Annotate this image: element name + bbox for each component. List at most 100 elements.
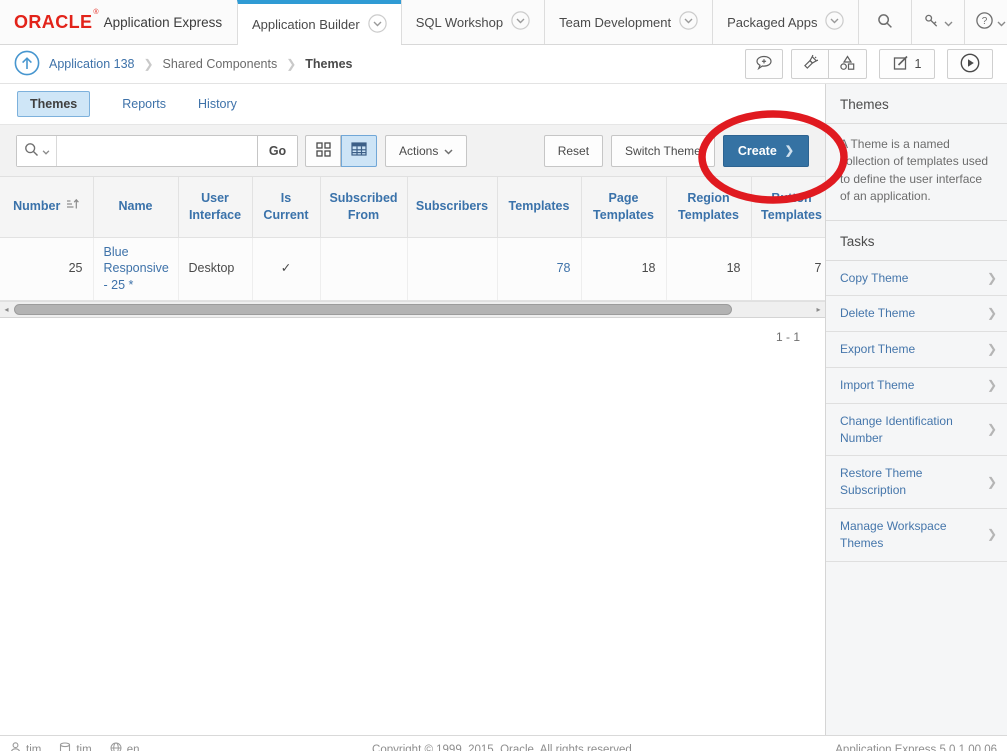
tab-themes[interactable]: Themes: [17, 91, 90, 117]
cell-templates: 78: [497, 237, 581, 300]
admin-tools-icon: [924, 13, 940, 32]
column-header-templates[interactable]: Templates: [497, 177, 581, 237]
horizontal-scrollbar[interactable]: ◂ ▸: [0, 301, 825, 318]
sidebar-about-text: A Theme is a named collection of templat…: [826, 124, 1007, 221]
sidebar-about-title: Themes: [826, 84, 1007, 124]
admin-tools-button[interactable]: [911, 0, 964, 44]
chevron-down-circle-icon[interactable]: [511, 11, 530, 33]
reset-button[interactable]: Reset: [544, 135, 603, 167]
breadcrumb-current-page: Themes: [305, 57, 352, 71]
table-header-row: Number Name User Interface Is Current Su…: [0, 177, 825, 237]
task-delete-theme[interactable]: Delete Theme❯: [826, 296, 1007, 332]
feedback-button[interactable]: [745, 49, 783, 79]
header-icon-group: ?: [858, 0, 1007, 44]
search-icon: [877, 13, 893, 32]
cell-subscribers: [407, 237, 497, 300]
page-subtabs: Themes Reports History: [0, 84, 825, 125]
nav-tab-application-builder[interactable]: Application Builder: [237, 0, 401, 45]
task-restore-theme-subscription[interactable]: Restore Theme Subscription❯: [826, 456, 1007, 509]
cell-subscribed-from: [320, 237, 407, 300]
tasks-list: Copy Theme❯ Delete Theme❯ Export Theme❯ …: [826, 261, 1007, 562]
cell-is-current: ✓: [252, 237, 320, 300]
scrollbar-thumb[interactable]: [14, 304, 732, 315]
breadcrumb-application-link[interactable]: Application 138: [49, 57, 134, 71]
nav-tab-label: SQL Workshop: [416, 15, 503, 30]
search-column-selector[interactable]: [17, 136, 57, 166]
sort-ascending-icon: [66, 198, 79, 215]
task-manage-workspace-themes[interactable]: Manage Workspace Themes❯: [826, 509, 1007, 562]
column-header-number[interactable]: Number: [0, 177, 93, 237]
nav-tab-packaged-apps[interactable]: Packaged Apps: [712, 0, 858, 44]
report-grid-viewport: Number Name User Interface Is Current Su…: [0, 177, 825, 344]
column-header-is-current[interactable]: Is Current: [252, 177, 320, 237]
chevron-down-icon: [42, 143, 50, 158]
column-header-page-templates[interactable]: Page Templates: [581, 177, 666, 237]
breadcrumb-bar: Application 138 ❯ Shared Components ❯ Th…: [0, 45, 1007, 84]
feedback-icon: [755, 55, 773, 74]
search-bar: Go: [16, 135, 298, 167]
column-header-region-templates[interactable]: Region Templates: [666, 177, 751, 237]
chevron-right-icon: ❯: [987, 526, 997, 543]
breadcrumb-shared-components-link[interactable]: Shared Components: [163, 57, 278, 71]
theme-roller-button[interactable]: [791, 49, 829, 79]
chevron-right-icon: ❯: [987, 377, 997, 394]
actions-menu-button[interactable]: Actions: [385, 135, 467, 167]
task-copy-theme[interactable]: Copy Theme❯: [826, 261, 1007, 297]
footer-version: Application Express 5.0.1.00.06: [835, 744, 997, 751]
chevron-down-icon: [944, 15, 953, 30]
svg-text:?: ?: [982, 16, 988, 27]
nav-tab-sql-workshop[interactable]: SQL Workshop: [401, 0, 544, 44]
tab-reports[interactable]: Reports: [122, 97, 166, 111]
search-button[interactable]: [858, 0, 911, 44]
chevron-down-icon: [444, 144, 453, 158]
column-header-user-interface[interactable]: User Interface: [178, 177, 252, 237]
task-export-theme[interactable]: Export Theme❯: [826, 332, 1007, 368]
create-button[interactable]: Create ❯: [723, 135, 809, 167]
run-application-button[interactable]: [947, 49, 993, 79]
nav-tab-team-development[interactable]: Team Development: [544, 0, 712, 44]
actions-label: Actions: [399, 144, 438, 158]
chevron-down-circle-icon[interactable]: [679, 11, 698, 33]
cell-page-templates: 18: [581, 237, 666, 300]
column-header-name[interactable]: Name: [93, 177, 178, 237]
help-icon: ?: [976, 12, 993, 32]
help-button[interactable]: ?: [964, 0, 1007, 44]
grid-view-icon: [316, 142, 331, 160]
chevron-right-icon: ❯: [987, 474, 997, 491]
grid-view-button[interactable]: [305, 135, 341, 167]
chevron-right-icon: ❯: [987, 341, 997, 358]
chevron-right-icon: ❯: [987, 270, 997, 287]
report-view-button[interactable]: [341, 135, 377, 167]
scroll-left-arrow[interactable]: ◂: [0, 302, 13, 317]
task-change-identification-number[interactable]: Change Identification Number❯: [826, 404, 1007, 457]
edit-icon: [893, 55, 909, 74]
edit-page-button[interactable]: 1: [879, 49, 935, 79]
themes-report-table: Number Name User Interface Is Current Su…: [0, 177, 825, 301]
chevron-down-circle-icon[interactable]: [368, 14, 387, 36]
up-level-icon[interactable]: [14, 50, 40, 79]
switch-theme-button[interactable]: Switch Theme: [611, 135, 715, 167]
shared-components-button[interactable]: [829, 49, 867, 79]
chevron-down-icon: [997, 15, 1006, 30]
go-button[interactable]: Go: [257, 136, 297, 166]
scroll-right-arrow[interactable]: ▸: [812, 302, 825, 317]
main-navigation: Application Builder SQL Workshop Team De…: [237, 0, 1007, 44]
column-header-button-templates[interactable]: Button Templates: [751, 177, 825, 237]
breadcrumb: Application 138 ❯ Shared Components ❯ Th…: [14, 50, 353, 79]
theme-name-link[interactable]: Blue Responsive - 25 *: [104, 245, 169, 292]
column-header-subscribed-from[interactable]: Subscribed From: [320, 177, 407, 237]
cell-button-templates: 7: [751, 237, 825, 300]
templates-count-link[interactable]: 78: [557, 261, 571, 275]
search-input[interactable]: [57, 136, 257, 166]
top-header: ORACLE ® Application Express Application…: [0, 0, 1007, 45]
flashlight-icon: [802, 54, 819, 74]
oracle-brand: ORACLE: [14, 12, 92, 33]
cell-user-interface: Desktop: [178, 237, 252, 300]
task-import-theme[interactable]: Import Theme❯: [826, 368, 1007, 404]
apex-application: ORACLE ® Application Express Application…: [0, 0, 1007, 751]
tab-history[interactable]: History: [198, 97, 237, 111]
chevron-down-circle-icon[interactable]: [825, 11, 844, 33]
column-header-subscribers[interactable]: Subscribers: [407, 177, 497, 237]
oracle-logo: ORACLE ® Application Express: [0, 0, 237, 44]
breadcrumb-separator-icon: ❯: [286, 57, 296, 71]
